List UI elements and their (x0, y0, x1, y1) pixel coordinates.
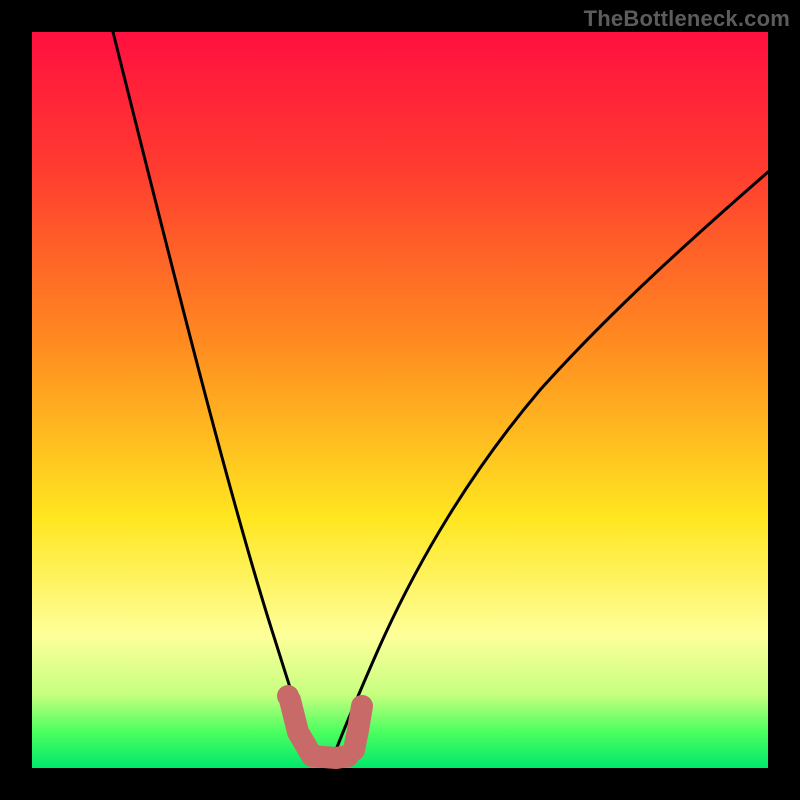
marker-head (277, 685, 299, 707)
watermark-text: TheBottleneck.com (584, 6, 790, 32)
chart-frame: TheBottleneck.com (0, 0, 800, 800)
bottleneck-chart (0, 0, 800, 800)
plot-background (32, 32, 768, 768)
